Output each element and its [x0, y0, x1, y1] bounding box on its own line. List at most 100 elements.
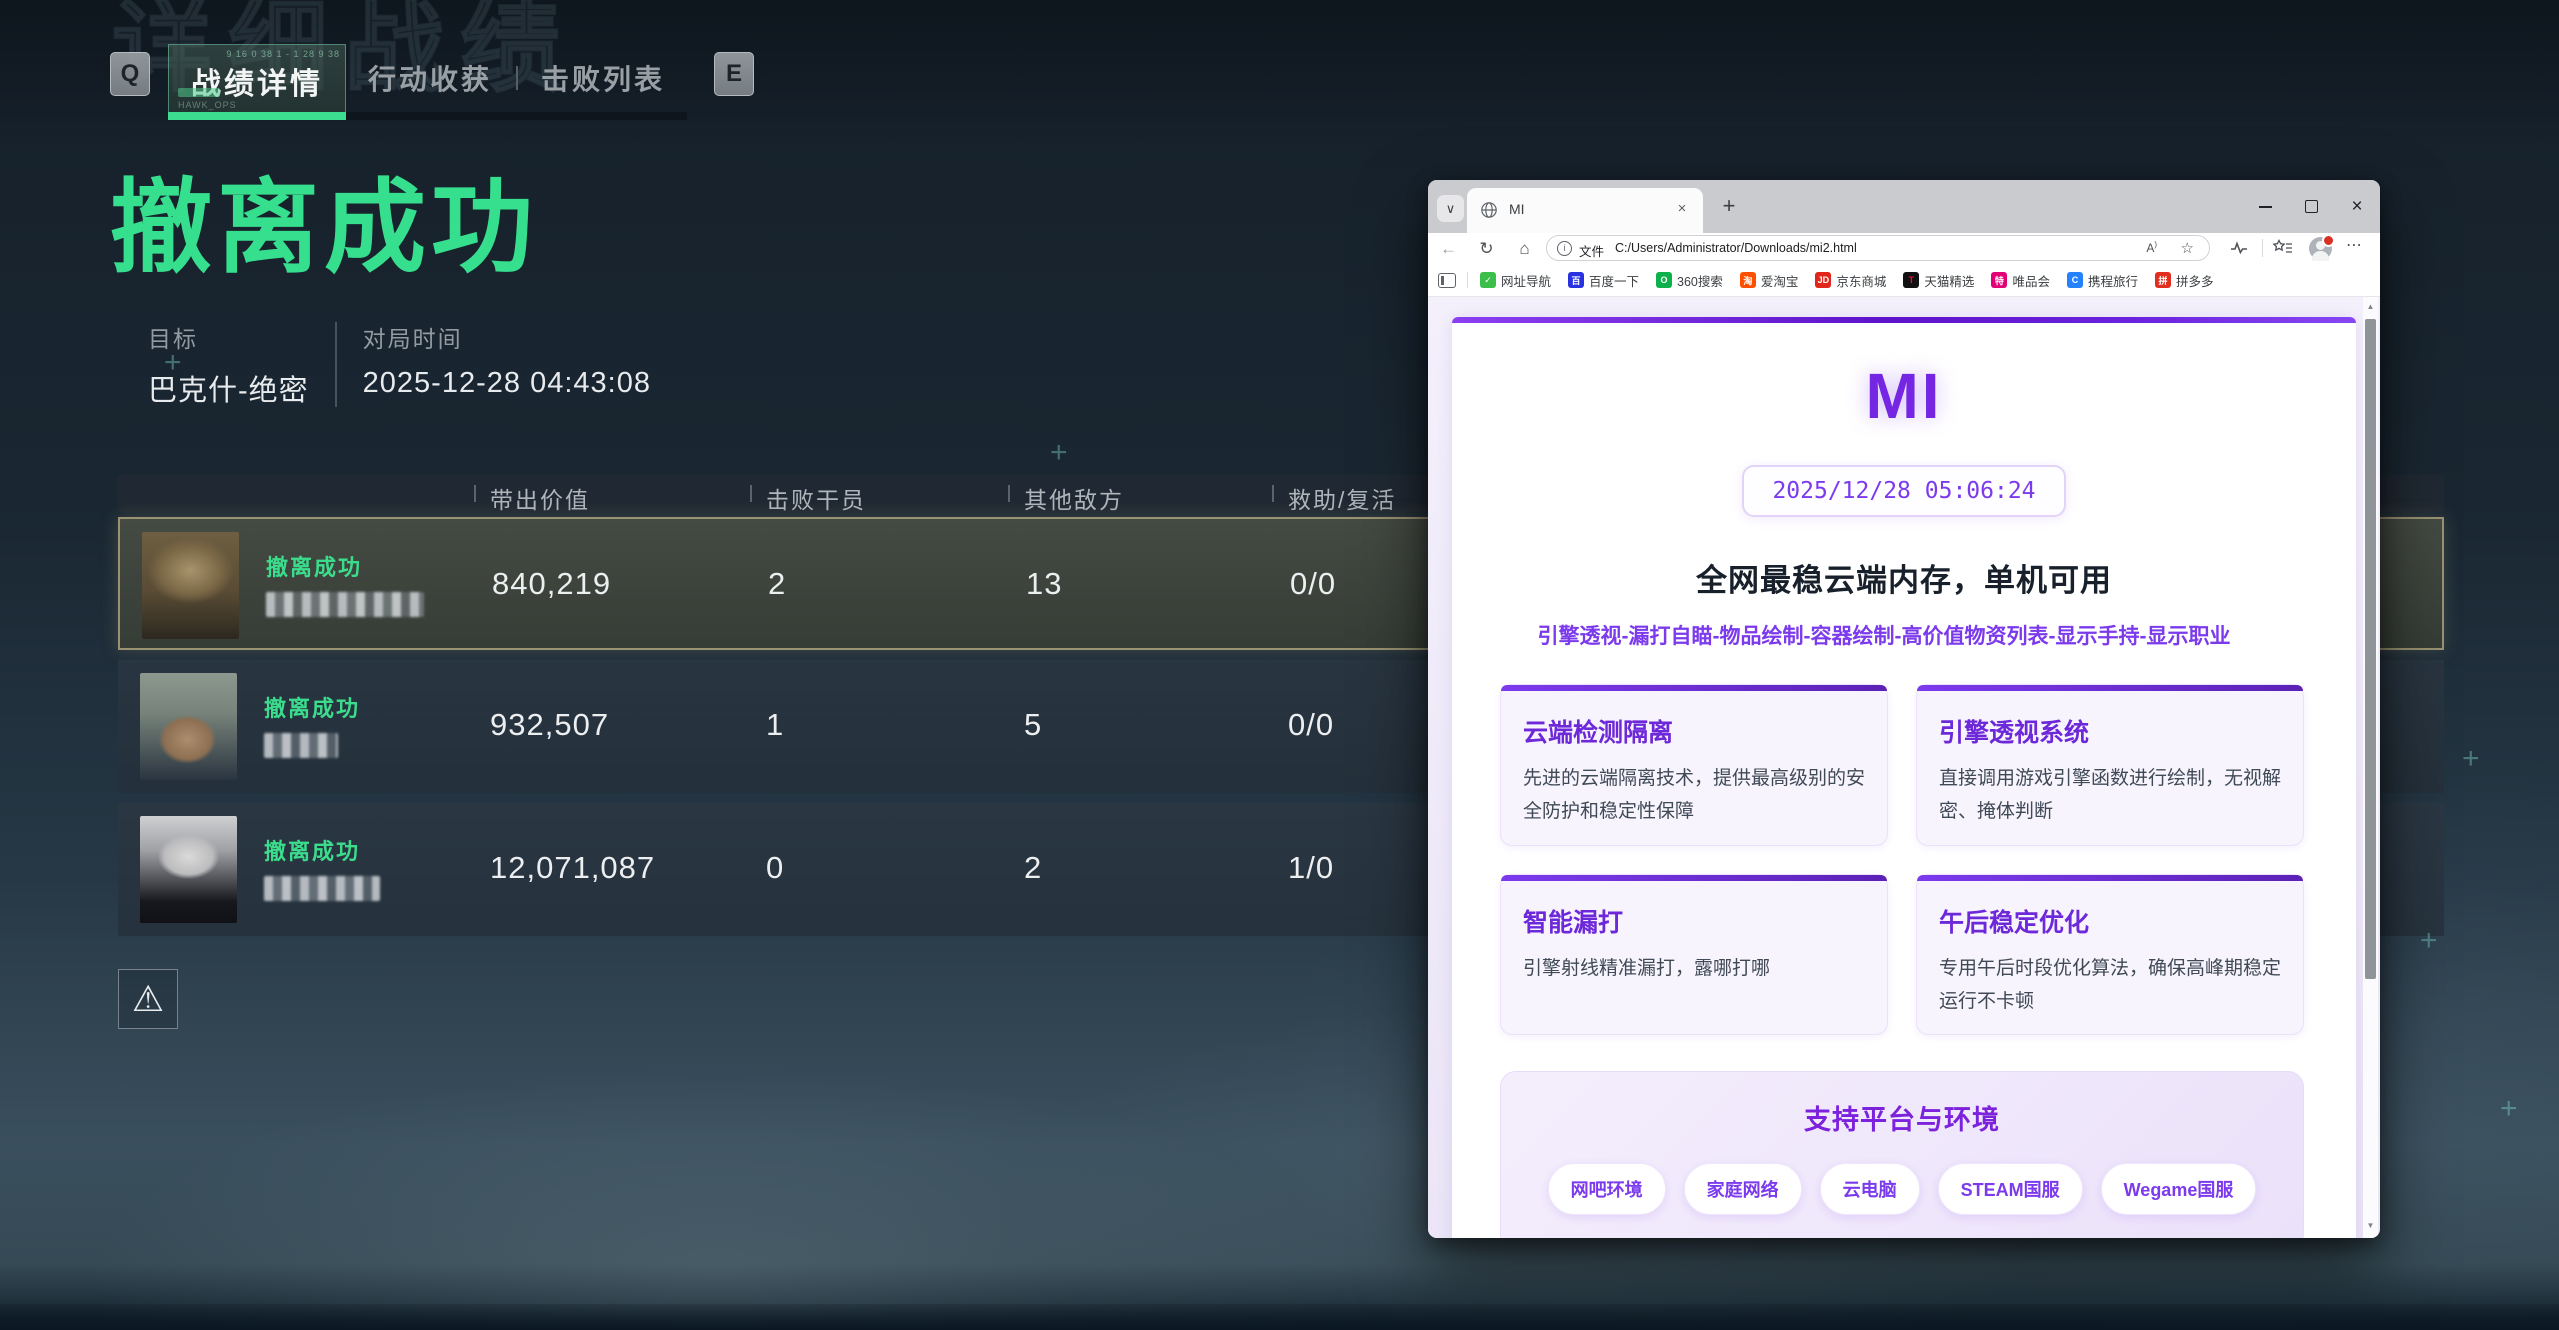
- bookmark-label: 唯品会: [2012, 271, 2050, 290]
- warning-icon: ⚠: [132, 978, 164, 1020]
- tab-title: MI: [1509, 201, 1525, 217]
- feature-card: 智能漏打 引擎射线精准漏打，露哪打哪: [1500, 874, 1888, 1036]
- minimize-button[interactable]: [2242, 180, 2288, 233]
- row-status: 撤离成功: [264, 691, 360, 723]
- bookmark-favicon: 特: [1991, 272, 2007, 288]
- feature-card: 云端检测隔离 先进的云端隔离技术，提供最高级别的安全防护和稳定性保障: [1500, 684, 1888, 846]
- warning-box[interactable]: ⚠: [118, 969, 178, 1029]
- bookmark-label: 网址导航: [1501, 271, 1551, 290]
- address-input[interactable]: C:/Users/Administrator/Downloads/mi2.htm…: [1615, 241, 1857, 255]
- bookmarks-panel-icon[interactable]: [1438, 273, 1456, 288]
- tab-action-gains[interactable]: 行动收获: [360, 44, 500, 112]
- info-value: 2025-12-28 04:43:08: [363, 367, 651, 400]
- platform-pill: 网吧环境: [1548, 1163, 1666, 1215]
- feature-body: 专用午后时段优化算法，确保高峰期稳定运行不卡顿: [1939, 952, 2281, 1019]
- bookmark-item[interactable]: T 天猫精选: [1903, 271, 1974, 290]
- cell-kills: 0: [766, 850, 784, 886]
- browser-toolbar: ← ↻ ⌂ i 文件 C:/Users/Administrator/Downlo…: [1428, 233, 2380, 264]
- tab-kill-list[interactable]: 击败列表: [533, 44, 673, 112]
- cell-others: 13: [1026, 566, 1062, 602]
- key-hint-q: Q: [110, 52, 150, 96]
- bookmarks-divider: [1467, 272, 1468, 288]
- read-aloud-icon[interactable]: A: [2146, 240, 2157, 255]
- bookmark-label: 百度一下: [1589, 271, 1639, 290]
- bookmark-item[interactable]: 拼 拼多多: [2155, 271, 2214, 290]
- bookmark-label: 拼多多: [2176, 271, 2214, 290]
- menu-dots-icon[interactable]: ⋯: [2346, 235, 2362, 255]
- bookmark-item[interactable]: ✓ 网址导航: [1480, 271, 1551, 290]
- column-header-kills: 击败干员: [766, 481, 866, 515]
- scroll-up-icon[interactable]: ▲: [2363, 300, 2378, 314]
- notification-dot: [2322, 234, 2335, 247]
- platform-pill: Wegame国服: [2101, 1163, 2257, 1215]
- scrollbar-thumb[interactable]: [2365, 319, 2376, 979]
- bottom-vignette: [0, 1304, 2559, 1330]
- bookmark-label: 携程旅行: [2088, 271, 2138, 290]
- bookmarks-bar: ✓ 网址导航 百 百度一下 O 360搜索 淘 爱淘宝 JD 京东商城 T 天猫…: [1428, 264, 2380, 297]
- tab-mini-badge: [178, 88, 220, 97]
- back-button[interactable]: ←: [1435, 235, 1462, 262]
- bookmark-item[interactable]: 百 百度一下: [1568, 271, 1639, 290]
- browser-tab[interactable]: MI ×: [1467, 188, 1703, 233]
- player-name-redacted: [266, 592, 424, 617]
- column-header-others: 其他敌方: [1024, 481, 1124, 515]
- bookmark-favicon: JD: [1815, 272, 1831, 288]
- close-button[interactable]: ×: [2334, 180, 2380, 233]
- crosshair-marker: +: [2420, 924, 2438, 958]
- address-bar[interactable]: i 文件 C:/Users/Administrator/Downloads/mi…: [1546, 235, 2210, 261]
- bookmark-item[interactable]: 淘 爱淘宝: [1740, 271, 1799, 290]
- bookmark-favicon: C: [2067, 272, 2083, 288]
- page-scrollbar[interactable]: ▲ ▼: [2363, 297, 2378, 1238]
- refresh-button[interactable]: ↻: [1473, 235, 1500, 262]
- page-headline: 全网最稳云端内存，单机可用: [1452, 555, 2356, 600]
- tab-label: 击败列表: [541, 58, 665, 98]
- favorite-star-icon[interactable]: ☆: [2181, 239, 2194, 257]
- card-top-accent: [1452, 317, 2356, 323]
- tab-corner-code: 9 16 0 38 1 - 1 28 9 38: [226, 49, 340, 59]
- scroll-down-icon[interactable]: ▼: [2363, 1219, 2378, 1233]
- bookmark-label: 360搜索: [1677, 271, 1723, 290]
- favorites-list-icon[interactable]: [2272, 237, 2294, 259]
- feature-title: 引擎透视系统: [1939, 713, 2281, 749]
- tab-search-button[interactable]: ∨: [1437, 195, 1464, 222]
- cell-rescue: 0/0: [1288, 707, 1334, 743]
- bookmark-item[interactable]: C 携程旅行: [2067, 271, 2138, 290]
- browser-page: MI 2025/12/28 05:06:24 全网最稳云端内存，单机可用 引擎透…: [1428, 297, 2380, 1238]
- browser-titlebar[interactable]: ∨ MI × + ×: [1428, 180, 2380, 233]
- feature-body: 引擎射线精准漏打，露哪打哪: [1523, 952, 1865, 985]
- bookmark-favicon: 百: [1568, 272, 1584, 288]
- feature-card: 引擎透视系统 直接调用游戏引擎函数进行绘制，无视解密、掩体判断: [1916, 684, 2304, 846]
- cell-value: 932,507: [490, 707, 609, 743]
- cell-value: 12,071,087: [490, 850, 655, 886]
- profile-avatar[interactable]: [2309, 237, 2332, 260]
- maximize-icon: [2305, 200, 2318, 213]
- new-tab-button[interactable]: +: [1716, 193, 1742, 219]
- cell-others: 5: [1024, 707, 1042, 743]
- cell-kills: 1: [766, 707, 784, 743]
- bookmark-label: 京东商城: [1836, 271, 1886, 290]
- toolbar-divider: [2262, 239, 2263, 257]
- crosshair-marker: +: [164, 346, 182, 380]
- platform-pills: 网吧环境 家庭网络 云电脑 STEAM国服 Wegame国服: [1501, 1163, 2303, 1215]
- feature-title: 智能漏打: [1523, 903, 1865, 939]
- maximize-button[interactable]: [2288, 180, 2334, 233]
- chevron-down-icon: ∨: [1446, 201, 1456, 217]
- key-hint-e: E: [714, 52, 754, 96]
- platform-pill: 云电脑: [1820, 1163, 1920, 1215]
- browser-essentials-icon[interactable]: [2228, 237, 2250, 259]
- bookmark-item[interactable]: O 360搜索: [1656, 271, 1723, 290]
- inactive-tab-underline: [346, 112, 687, 120]
- home-button[interactable]: ⌂: [1511, 235, 1538, 262]
- player-name-redacted: [264, 733, 338, 758]
- column-header-rescue: 救助/复活: [1288, 481, 1396, 515]
- tab-battle-details[interactable]: 9 16 0 38 1 - 1 28 9 38 战绩详情 HAWK_OPS: [168, 44, 346, 112]
- platform-pill: STEAM国服: [1938, 1163, 2083, 1215]
- active-tab-underline: [168, 112, 346, 120]
- tab-close-icon[interactable]: ×: [1671, 198, 1693, 220]
- page-info-icon[interactable]: i: [1557, 241, 1572, 256]
- player-avatar: [140, 816, 237, 923]
- bookmark-item[interactable]: 特 唯品会: [1991, 271, 2050, 290]
- platform-title: 支持平台与环境: [1501, 1098, 2303, 1137]
- bookmark-item[interactable]: JD 京东商城: [1815, 271, 1886, 290]
- bookmark-label: 爱淘宝: [1761, 271, 1799, 290]
